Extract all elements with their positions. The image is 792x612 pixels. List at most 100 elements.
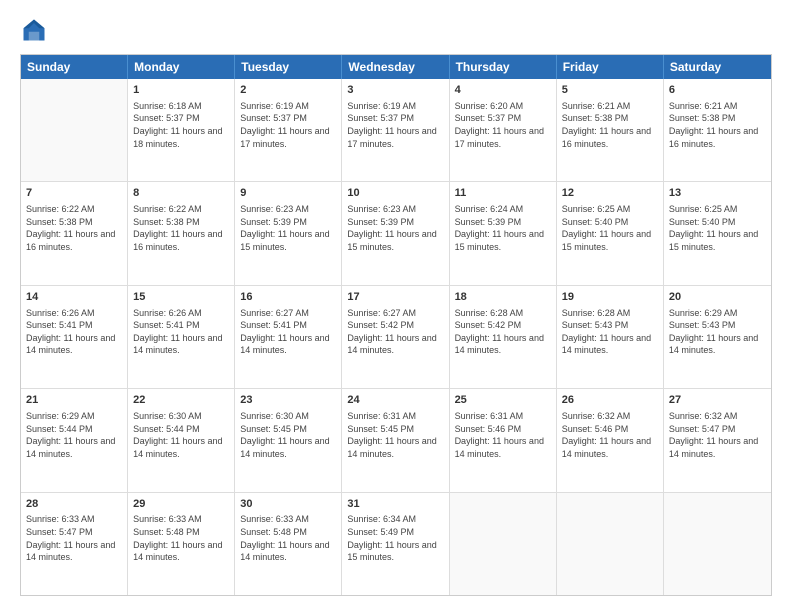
day-number: 21 xyxy=(26,393,122,408)
cell-info: Sunrise: 6:29 AMSunset: 5:44 PMDaylight:… xyxy=(26,410,122,460)
day-number: 26 xyxy=(562,393,658,408)
cell-info: Sunrise: 6:33 AMSunset: 5:48 PMDaylight:… xyxy=(133,513,229,563)
calendar-page: SundayMondayTuesdayWednesdayThursdayFrid… xyxy=(0,0,792,612)
calendar-cell-empty-0-0 xyxy=(21,79,128,181)
cell-info: Sunrise: 6:27 AMSunset: 5:41 PMDaylight:… xyxy=(240,307,336,357)
day-number: 7 xyxy=(26,186,122,201)
day-number: 22 xyxy=(133,393,229,408)
calendar-cell-6: 6 Sunrise: 6:21 AMSunset: 5:38 PMDaylight… xyxy=(664,79,771,181)
header-day-saturday: Saturday xyxy=(664,55,771,79)
cell-info: Sunrise: 6:21 AMSunset: 5:38 PMDaylight:… xyxy=(562,100,658,150)
calendar-cell-31: 31Sunrise: 6:34 AMSunset: 5:49 PMDayligh… xyxy=(342,493,449,595)
calendar-cell-17: 17 Sunrise: 6:27 AMSunset: 5:42 PMDayligh… xyxy=(342,286,449,388)
day-number: 27 xyxy=(669,393,766,408)
calendar-cell-19: 19 Sunrise: 6:28 AMSunset: 5:43 PMDayligh… xyxy=(557,286,664,388)
calendar-cell-20: 20 Sunrise: 6:29 AMSunset: 5:43 PMDayligh… xyxy=(664,286,771,388)
cell-info: Sunrise: 6:23 AMSunset: 5:39 PMDaylight:… xyxy=(347,203,443,253)
cell-info: Sunrise: 6:30 AMSunset: 5:44 PMDaylight:… xyxy=(133,410,229,460)
cell-info: Sunrise: 6:25 AMSunset: 5:40 PMDaylight:… xyxy=(562,203,658,253)
cell-info: Sunrise: 6:31 AMSunset: 5:45 PMDaylight:… xyxy=(347,410,443,460)
day-number: 18 xyxy=(455,290,551,305)
calendar-grid: SundayMondayTuesdayWednesdayThursdayFrid… xyxy=(20,54,772,596)
calendar-cell-23: 23 Sunrise: 6:30 AMSunset: 5:45 PMDayligh… xyxy=(235,389,342,491)
calendar-cell-4: 4Sunrise: 6:20 AMSunset: 5:37 PMDaylight… xyxy=(450,79,557,181)
calendar-cell-28: 28Sunrise: 6:33 AMSunset: 5:47 PMDayligh… xyxy=(21,493,128,595)
page-header xyxy=(20,16,772,44)
calendar-cell-30: 30Sunrise: 6:33 AMSunset: 5:48 PMDayligh… xyxy=(235,493,342,595)
header-day-monday: Monday xyxy=(128,55,235,79)
day-number: 3 xyxy=(347,83,443,98)
calendar-cell-14: 14 Sunrise: 6:26 AMSunset: 5:41 PMDayligh… xyxy=(21,286,128,388)
calendar-cell-empty-4-4 xyxy=(450,493,557,595)
cell-info: Sunrise: 6:22 AMSunset: 5:38 PMDaylight:… xyxy=(26,203,122,253)
day-number: 10 xyxy=(347,186,443,201)
calendar-cell-empty-4-6 xyxy=(664,493,771,595)
day-number: 29 xyxy=(133,497,229,512)
day-number: 23 xyxy=(240,393,336,408)
calendar-cell-29: 29Sunrise: 6:33 AMSunset: 5:48 PMDayligh… xyxy=(128,493,235,595)
calendar-cell-26: 26 Sunrise: 6:32 AMSunset: 5:46 PMDayligh… xyxy=(557,389,664,491)
header-day-wednesday: Wednesday xyxy=(342,55,449,79)
cell-info: Sunrise: 6:33 AMSunset: 5:48 PMDaylight:… xyxy=(240,513,336,563)
calendar-row-2: 14 Sunrise: 6:26 AMSunset: 5:41 PMDayligh… xyxy=(21,285,771,388)
day-number: 13 xyxy=(669,186,766,201)
cell-info: Sunrise: 6:32 AMSunset: 5:46 PMDaylight:… xyxy=(562,410,658,460)
cell-info: Sunrise: 6:30 AMSunset: 5:45 PMDaylight:… xyxy=(240,410,336,460)
calendar-cell-3: 3 Sunrise: 6:19 AMSunset: 5:37 PMDaylight… xyxy=(342,79,449,181)
cell-info: Sunrise: 6:29 AMSunset: 5:43 PMDaylight:… xyxy=(669,307,766,357)
cell-info: Sunrise: 6:26 AMSunset: 5:41 PMDaylight:… xyxy=(26,307,122,357)
header-day-tuesday: Tuesday xyxy=(235,55,342,79)
cell-info: Sunrise: 6:28 AMSunset: 5:43 PMDaylight:… xyxy=(562,307,658,357)
day-number: 9 xyxy=(240,186,336,201)
calendar-cell-21: 21 Sunrise: 6:29 AMSunset: 5:44 PMDayligh… xyxy=(21,389,128,491)
calendar-cell-empty-4-5 xyxy=(557,493,664,595)
calendar-cell-18: 18 Sunrise: 6:28 AMSunset: 5:42 PMDayligh… xyxy=(450,286,557,388)
calendar-cell-13: 13 Sunrise: 6:25 AMSunset: 5:40 PMDayligh… xyxy=(664,182,771,284)
cell-info: Sunrise: 6:22 AMSunset: 5:38 PMDaylight:… xyxy=(133,203,229,253)
calendar-cell-1: 1Sunrise: 6:18 AMSunset: 5:37 PMDaylight… xyxy=(128,79,235,181)
calendar-cell-15: 15Sunrise: 6:26 AMSunset: 5:41 PMDayligh… xyxy=(128,286,235,388)
day-number: 14 xyxy=(26,290,122,305)
cell-info: Sunrise: 6:23 AMSunset: 5:39 PMDaylight:… xyxy=(240,203,336,253)
calendar-cell-24: 24 Sunrise: 6:31 AMSunset: 5:45 PMDayligh… xyxy=(342,389,449,491)
calendar-cell-2: 2 Sunrise: 6:19 AMSunset: 5:37 PMDaylight… xyxy=(235,79,342,181)
day-number: 2 xyxy=(240,83,336,98)
cell-info: Sunrise: 6:24 AMSunset: 5:39 PMDaylight:… xyxy=(455,203,551,253)
logo-icon xyxy=(20,16,48,44)
day-number: 12 xyxy=(562,186,658,201)
cell-info: Sunrise: 6:34 AMSunset: 5:49 PMDaylight:… xyxy=(347,513,443,563)
day-number: 4 xyxy=(455,83,551,98)
cell-info: Sunrise: 6:19 AMSunset: 5:37 PMDaylight:… xyxy=(240,100,336,150)
day-number: 30 xyxy=(240,497,336,512)
calendar-cell-10: 10 Sunrise: 6:23 AMSunset: 5:39 PMDayligh… xyxy=(342,182,449,284)
cell-info: Sunrise: 6:33 AMSunset: 5:47 PMDaylight:… xyxy=(26,513,122,563)
calendar-cell-25: 25Sunrise: 6:31 AMSunset: 5:46 PMDayligh… xyxy=(450,389,557,491)
calendar-header: SundayMondayTuesdayWednesdayThursdayFrid… xyxy=(21,55,771,79)
cell-info: Sunrise: 6:18 AMSunset: 5:37 PMDaylight:… xyxy=(133,100,229,150)
calendar-row-1: 7 Sunrise: 6:22 AMSunset: 5:38 PMDaylight… xyxy=(21,181,771,284)
day-number: 5 xyxy=(562,83,658,98)
day-number: 24 xyxy=(347,393,443,408)
cell-info: Sunrise: 6:21 AMSunset: 5:38 PMDaylight:… xyxy=(669,100,766,150)
day-number: 25 xyxy=(455,393,551,408)
header-day-friday: Friday xyxy=(557,55,664,79)
cell-info: Sunrise: 6:19 AMSunset: 5:37 PMDaylight:… xyxy=(347,100,443,150)
cell-info: Sunrise: 6:25 AMSunset: 5:40 PMDaylight:… xyxy=(669,203,766,253)
calendar-cell-22: 22 Sunrise: 6:30 AMSunset: 5:44 PMDayligh… xyxy=(128,389,235,491)
cell-info: Sunrise: 6:28 AMSunset: 5:42 PMDaylight:… xyxy=(455,307,551,357)
calendar-cell-16: 16 Sunrise: 6:27 AMSunset: 5:41 PMDayligh… xyxy=(235,286,342,388)
day-number: 16 xyxy=(240,290,336,305)
day-number: 19 xyxy=(562,290,658,305)
cell-info: Sunrise: 6:26 AMSunset: 5:41 PMDaylight:… xyxy=(133,307,229,357)
calendar-row-4: 28Sunrise: 6:33 AMSunset: 5:47 PMDayligh… xyxy=(21,492,771,595)
day-number: 17 xyxy=(347,290,443,305)
day-number: 20 xyxy=(669,290,766,305)
day-number: 31 xyxy=(347,497,443,512)
logo xyxy=(20,16,52,44)
day-number: 6 xyxy=(669,83,766,98)
calendar-row-0: 1Sunrise: 6:18 AMSunset: 5:37 PMDaylight… xyxy=(21,79,771,181)
header-day-thursday: Thursday xyxy=(450,55,557,79)
day-number: 8 xyxy=(133,186,229,201)
calendar-body: 1Sunrise: 6:18 AMSunset: 5:37 PMDaylight… xyxy=(21,79,771,595)
cell-info: Sunrise: 6:27 AMSunset: 5:42 PMDaylight:… xyxy=(347,307,443,357)
